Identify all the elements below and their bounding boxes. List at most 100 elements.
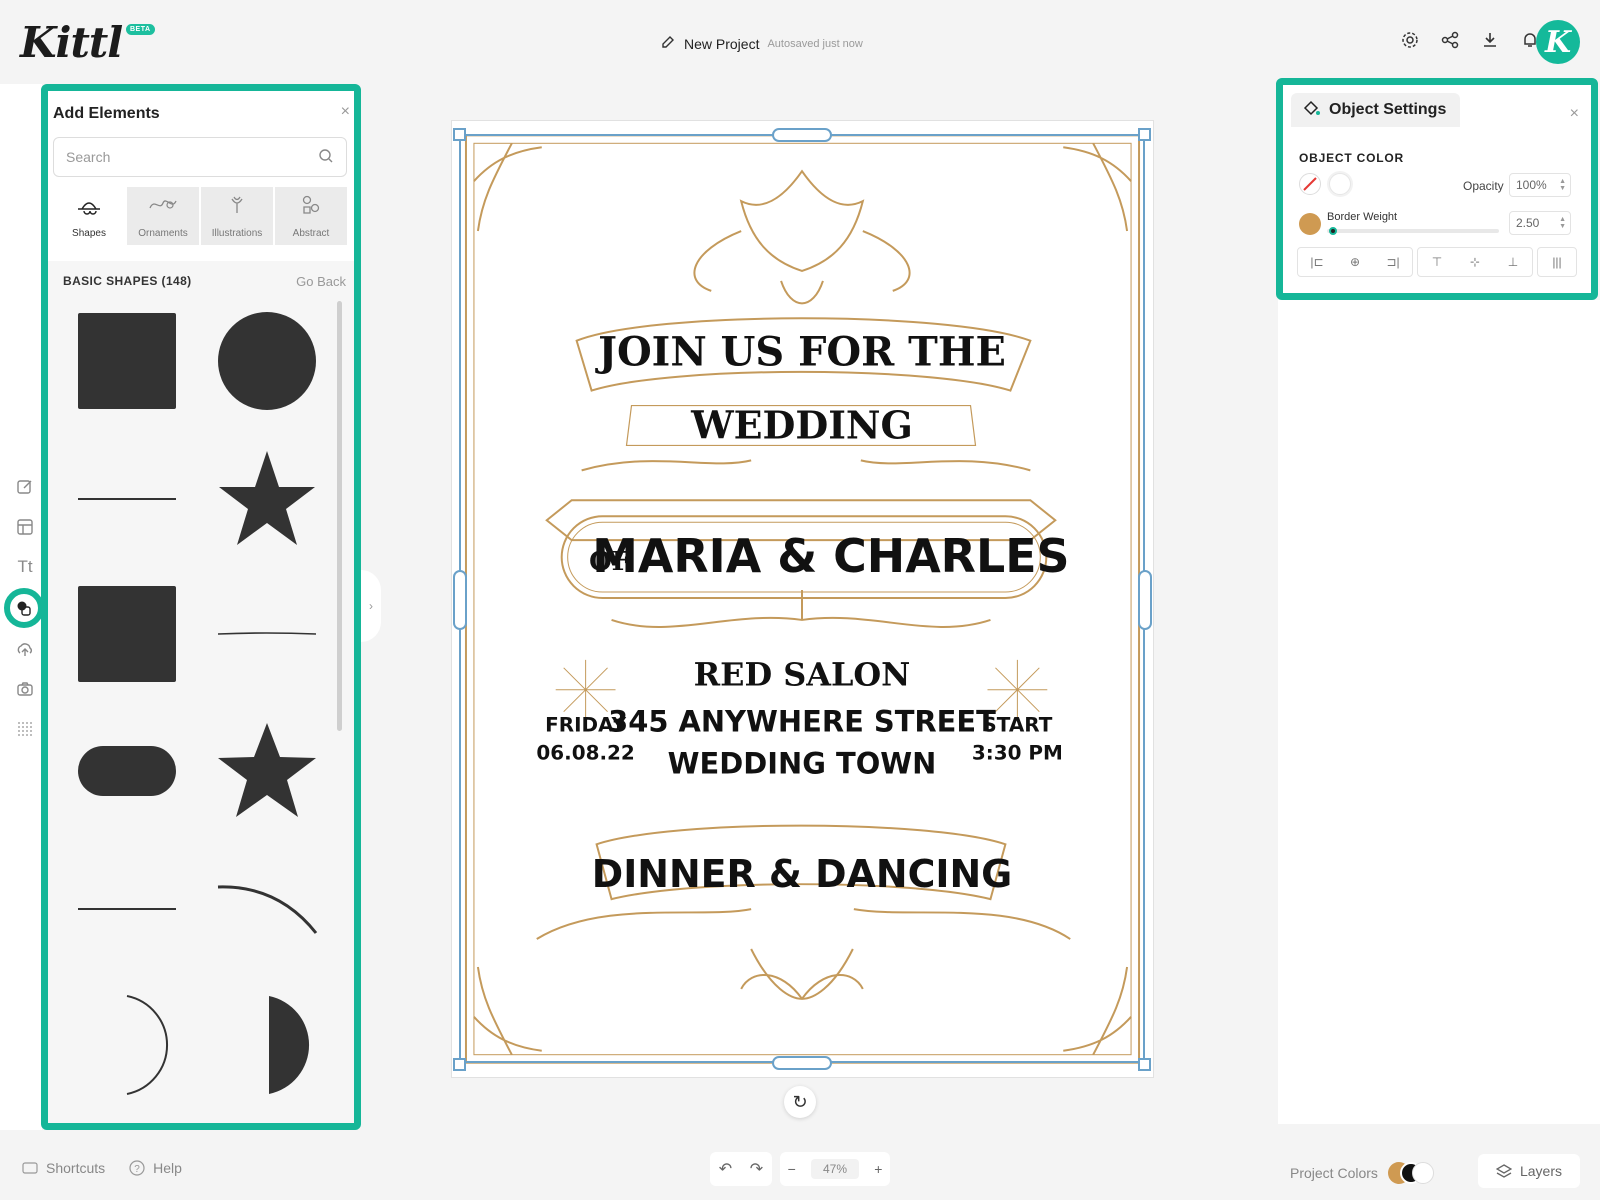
texture-grid-icon[interactable] [14,718,36,740]
shape-half-circle-outline[interactable] [76,995,178,1095]
project-color-swatches[interactable] [1387,1162,1436,1184]
align-center-v-icon[interactable]: ⊹ [1456,248,1494,276]
project-colors-label: Project Colors [1290,1165,1378,1181]
add-elements-panel: Add Elements × Search Shapes Ornaments I… [41,84,361,1130]
resize-handle-bottom-right[interactable] [1138,1058,1151,1071]
object-settings-tab[interactable]: Object Settings [1291,93,1461,127]
close-icon[interactable]: × [341,103,350,121]
object-color-label: OBJECT COLOR [1299,151,1404,165]
tab-shapes[interactable]: Shapes [53,187,125,245]
basic-shapes-title: BASIC SHAPES (148) [63,274,192,288]
text-tool-icon[interactable]: Tt [14,556,36,578]
align-right-icon[interactable]: ⊐| [1374,248,1412,276]
zoom-in-button[interactable]: + [874,1161,882,1177]
search-placeholder: Search [66,149,111,165]
resize-handle-bottom[interactable] [772,1056,832,1070]
download-icon[interactable] [1480,30,1500,55]
opacity-input[interactable]: 100% ▲ ▼ [1509,173,1571,197]
tab-label: Illustrations [211,228,263,239]
edit-icon[interactable] [14,476,36,498]
pencil-icon [660,34,676,53]
resize-handle-bottom-left[interactable] [453,1058,466,1071]
align-top-icon[interactable]: ⊤ [1418,248,1456,276]
shape-line[interactable] [76,449,178,549]
object-settings-panel: Object Settings × OBJECT COLOR Opacity 1… [1276,78,1598,300]
resize-handle-top-left[interactable] [453,128,466,141]
svg-text:?: ? [134,1164,140,1175]
upload-icon[interactable] [14,638,36,660]
slider-thumb[interactable] [1329,227,1337,235]
layers-button[interactable]: Layers [1478,1154,1580,1188]
templates-icon[interactable] [14,516,36,538]
search-icon[interactable] [318,148,334,167]
align-left-icon[interactable]: |⊏ [1298,248,1336,276]
shortcuts-link[interactable]: Shortcuts [22,1160,105,1176]
shape-arc[interactable] [216,859,318,959]
align-center-h-icon[interactable]: ⊕ [1336,248,1374,276]
resize-handle-top-right[interactable] [1138,128,1151,141]
kittl-logo[interactable]: Kittl [20,18,123,67]
shape-line[interactable] [76,859,178,959]
project-colors[interactable]: Project Colors [1290,1162,1436,1184]
tab-abstract[interactable]: Abstract [275,187,347,245]
close-icon[interactable]: × [1570,105,1579,123]
redo-icon[interactable]: ↷ [750,1159,763,1179]
go-back-link[interactable]: Go Back [296,274,346,289]
resize-handle-right[interactable] [1138,570,1152,630]
zoom-out-button[interactable]: − [788,1161,796,1177]
keyboard-icon [22,1162,38,1174]
border-weight-value: 2.50 [1516,216,1540,230]
align-bottom-icon[interactable]: ⊥ [1494,248,1532,276]
resize-handle-left[interactable] [453,570,467,630]
shape-pill[interactable] [76,721,178,821]
color-palette-icon[interactable] [1411,1162,1434,1184]
shapes-icon [74,193,104,218]
shape-thin-line[interactable] [216,584,318,684]
shapes-grid [48,301,354,1123]
undo-icon[interactable]: ↶ [719,1159,732,1179]
add-elements-title: Add Elements [53,105,160,122]
rotate-handle-icon[interactable]: ↻ [784,1086,816,1118]
shape-star-wide[interactable] [216,721,318,821]
project-name[interactable]: New Project [684,36,759,52]
collapse-panel-chevron-icon[interactable]: › [361,570,381,642]
shape-half-circle-filled[interactable] [216,995,318,1095]
project-title-area[interactable]: New Project Autosaved just now [660,34,863,53]
fill-color-swatch[interactable] [1329,173,1351,195]
panel-scrollbar[interactable] [337,301,342,731]
shape-square[interactable] [76,584,178,684]
settings-gear-icon[interactable] [1400,30,1420,55]
object-settings-title: Object Settings [1329,101,1447,118]
border-weight-slider[interactable] [1327,227,1499,235]
tab-illustrations[interactable]: Illustrations [201,187,273,245]
tab-label: Abstract [292,228,330,239]
shortcuts-label: Shortcuts [46,1160,106,1176]
help-link[interactable]: ? Help [129,1160,182,1176]
shape-square[interactable] [76,311,178,411]
share-icon[interactable] [1440,30,1460,55]
ornaments-icon [148,193,178,218]
user-avatar[interactable]: K [1536,20,1580,64]
horizontal-align-group: |⊏ ⊕ ⊐| [1297,247,1413,277]
zoom-level[interactable]: 47% [810,1159,859,1179]
border-weight-input[interactable]: 2.50 ▲ ▼ [1509,211,1571,235]
elements-icon[interactable] [13,597,35,619]
abstract-icon [296,193,326,218]
tab-ornaments[interactable]: Ornaments [127,187,199,245]
selection-box[interactable] [459,134,1145,1063]
basic-shapes-header: BASIC SHAPES (148) Go Back [48,261,354,301]
opacity-value: 100% [1516,178,1547,192]
undo-redo-group: ↶ ↷ [710,1152,772,1186]
stepper-icon[interactable]: ▲ ▼ [1559,178,1566,192]
border-color-swatch[interactable] [1299,213,1321,235]
stepper-icon[interactable]: ▲ ▼ [1559,216,1566,230]
no-fill-swatch[interactable] [1299,173,1321,195]
autosave-status: Autosaved just now [767,37,863,50]
top-toolbar [1400,30,1540,55]
camera-icon[interactable] [14,678,36,700]
resize-handle-top[interactable] [772,128,832,142]
distribute-icon[interactable]: ||| [1538,248,1576,276]
search-input[interactable]: Search [53,137,347,177]
shape-star[interactable] [216,449,318,549]
shape-circle[interactable] [216,311,318,411]
